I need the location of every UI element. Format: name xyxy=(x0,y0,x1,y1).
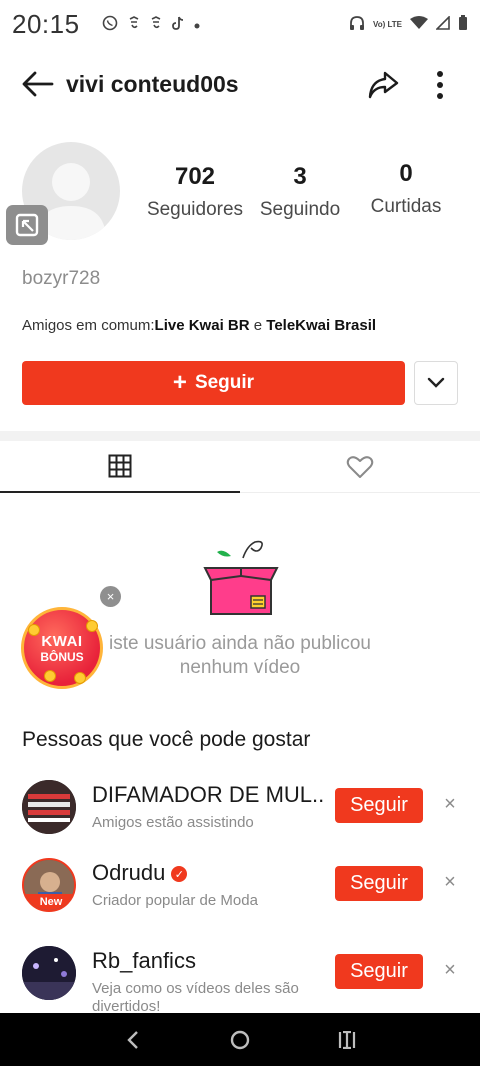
kwai-bonus-badge[interactable]: KWAI BÔNUS xyxy=(21,607,103,689)
coin-icon xyxy=(28,624,40,636)
nav-recents-icon xyxy=(338,1030,355,1049)
notif-icon xyxy=(150,15,162,33)
nav-back-button[interactable] xyxy=(113,1020,153,1060)
suggestion-follow-button[interactable]: Seguir xyxy=(335,866,423,901)
headphones-icon xyxy=(349,15,365,34)
back-arrow-icon xyxy=(22,71,54,97)
empty-state-line1: iste usuário ainda não publicou xyxy=(109,633,371,654)
suggestions-dropdown-button[interactable] xyxy=(414,361,458,405)
mutual-prefix: Amigos em comum: xyxy=(22,317,155,334)
empty-state-text: iste usuário ainda não publicou nenhum v… xyxy=(90,632,390,680)
mutual-joiner: e xyxy=(249,317,267,334)
more-vertical-icon xyxy=(437,71,443,99)
whatsapp-icon xyxy=(102,15,118,34)
following-label: Seguindo xyxy=(259,199,341,220)
suggestion-avatar[interactable] xyxy=(22,780,76,834)
bonus-close-button[interactable]: × xyxy=(100,586,121,607)
mutual-friend-link[interactable]: TeleKwai Brasil xyxy=(266,317,376,334)
suggestion-row[interactable]: New Odrudu ✓ Criador popular de Moda Segu… xyxy=(0,858,480,928)
tab-liked[interactable] xyxy=(240,441,480,493)
tiktok-icon xyxy=(171,16,184,33)
empty-box-illustration xyxy=(203,538,279,618)
follow-label: Seguir xyxy=(194,372,255,393)
suggestions-title: Pessoas que você pode gostar xyxy=(22,728,311,751)
mutual-friend-link[interactable]: Live Kwai BR xyxy=(155,317,250,334)
system-status-icons: Vo) LTE xyxy=(349,14,468,34)
tab-videos[interactable] xyxy=(0,441,240,493)
mutual-friends: Amigos em comum:Live Kwai BR e TeleKwai … xyxy=(22,317,376,334)
volte-label: Vo) LTE xyxy=(372,19,402,29)
likes-count: 0 xyxy=(399,160,413,187)
coin-icon xyxy=(86,620,98,632)
following-count: 3 xyxy=(293,163,307,190)
stat-likes[interactable]: 0 Curtidas xyxy=(356,160,456,218)
close-icon[interactable]: × xyxy=(440,959,460,981)
floating-window-icon xyxy=(15,213,39,237)
suggestion-name: DIFAMADOR DE MUL... xyxy=(92,782,324,807)
floating-window-button[interactable] xyxy=(6,205,48,245)
nav-back-icon xyxy=(127,1030,139,1049)
section-divider xyxy=(0,431,480,441)
suggestion-subtitle: Criador popular de Moda xyxy=(92,892,258,909)
suggestion-row[interactable]: Rb_fanfics Veja como os vídeos deles são… xyxy=(0,946,480,1016)
stat-following[interactable]: 3 Seguindo xyxy=(252,163,348,221)
verified-check-icon: ✓ xyxy=(171,866,188,883)
bonus-line2: BÔNUS xyxy=(40,649,84,664)
grid-icon xyxy=(108,454,132,478)
empty-state-line2: nenhum vídeo xyxy=(179,657,301,678)
coin-icon xyxy=(44,670,56,682)
suggestion-avatar[interactable] xyxy=(22,946,76,1000)
suggestion-row[interactable]: DIFAMADOR DE MUL... Amigos estão assisti… xyxy=(0,780,480,850)
heart-icon xyxy=(346,456,374,478)
plus-icon: + xyxy=(172,369,187,396)
signal-icon xyxy=(435,14,450,33)
dot-icon xyxy=(194,16,200,32)
new-badge: New xyxy=(24,894,74,910)
profile-tabs xyxy=(0,441,480,493)
top-bar: vivi conteud00s xyxy=(0,56,480,112)
gift-box-icon xyxy=(203,540,279,615)
share-icon xyxy=(368,71,399,99)
back-button[interactable] xyxy=(16,62,60,106)
stat-followers[interactable]: 702 Seguidores xyxy=(138,163,252,221)
battery-icon xyxy=(458,14,468,34)
followers-label: Seguidores xyxy=(146,199,244,220)
close-icon[interactable]: × xyxy=(440,793,460,815)
avatar-image-icon xyxy=(22,780,76,834)
status-time: 20:15 xyxy=(12,8,80,39)
follow-button[interactable]: + Seguir xyxy=(22,361,405,405)
nav-home-icon xyxy=(230,1030,250,1049)
close-icon[interactable]: × xyxy=(440,871,460,893)
status-bar: 20:15 Vo) LTE xyxy=(0,0,480,48)
more-options-button[interactable] xyxy=(420,62,460,108)
suggestion-follow-button[interactable]: Seguir xyxy=(335,954,423,989)
share-button[interactable] xyxy=(360,62,406,108)
suggestion-follow-button[interactable]: Seguir xyxy=(335,788,423,823)
suggestion-subtitle: Amigos estão assistindo xyxy=(92,814,254,831)
likes-label: Curtidas xyxy=(370,196,442,217)
bonus-line1: KWAI xyxy=(41,632,83,650)
chevron-down-icon xyxy=(427,377,445,388)
system-navigation-bar xyxy=(0,1013,480,1066)
coin-icon xyxy=(74,672,86,684)
suggestion-name: Rb_fanfics xyxy=(92,948,196,973)
followers-count: 702 xyxy=(174,163,216,190)
wifi-icon xyxy=(410,15,428,33)
nav-home-button[interactable] xyxy=(220,1020,260,1060)
avatar-image-icon xyxy=(22,946,76,1000)
notification-icons xyxy=(102,15,200,34)
suggestion-avatar[interactable]: New xyxy=(22,858,76,912)
page-title: vivi conteud00s xyxy=(66,70,239,97)
suggestion-subtitle: Veja como os vídeos deles são divertidos… xyxy=(92,980,299,1015)
profile-username: bozyr728 xyxy=(22,268,101,289)
nav-recents-button[interactable] xyxy=(327,1020,367,1060)
suggestion-name-text: Odrudu xyxy=(92,860,166,885)
notif-icon xyxy=(128,15,140,33)
suggestion-name: Odrudu ✓ xyxy=(92,860,188,886)
